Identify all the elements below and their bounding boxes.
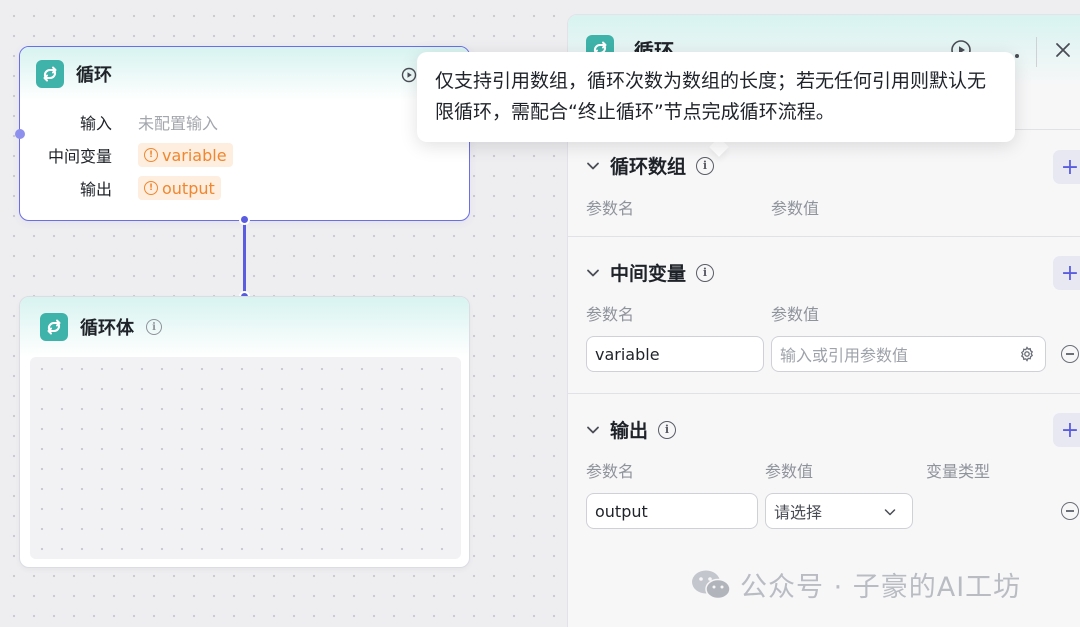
col-header-name: 参数名 (586, 462, 635, 481)
col-header-value: 参数值 (771, 199, 820, 218)
remove-row-icon[interactable] (1061, 502, 1079, 520)
tooltip-text: 仅支持引用数组，循环次数为数组的长度；若无任何引用则默认无限循环，需配合“终止循… (435, 70, 987, 123)
output-name-input[interactable]: output (586, 493, 758, 529)
add-loop-array-button[interactable]: + (1053, 150, 1080, 184)
loop-body-connector (243, 220, 246, 297)
wechat-icon (692, 570, 731, 599)
loop-node-title: 循环 (76, 65, 112, 86)
output-select-value: 请选择 (774, 503, 823, 522)
loop-node-input-port[interactable] (15, 129, 25, 139)
loop-body-title: 循环体 (80, 318, 134, 339)
watermark-text: 公众号 · 子豪的AI工坊 (740, 572, 1022, 603)
output-label: 输出 (79, 180, 112, 199)
info-icon[interactable]: i (696, 156, 715, 175)
loop-body-header: 循环体 i (20, 297, 469, 357)
col-header-value: 参数值 (765, 462, 814, 481)
loop-body-canvas[interactable] (30, 357, 461, 559)
loop-array-section-header[interactable]: 循环数组 i (586, 152, 715, 179)
info-icon[interactable]: i (146, 319, 162, 335)
output-tag: ! output (138, 176, 221, 200)
run-icon[interactable] (401, 67, 417, 87)
output-title: 输出 (610, 420, 649, 442)
loop-icon (36, 60, 64, 88)
loop-icon (40, 313, 68, 341)
input-value: 未配置输入 (138, 114, 219, 133)
loop-node-bottom-port[interactable] (239, 214, 250, 225)
toolbar-divider (1036, 37, 1037, 67)
col-header-name: 参数名 (586, 305, 635, 324)
col-header-value: 参数值 (771, 305, 820, 324)
intermediate-value-input[interactable]: 输入或引用参数值 (771, 336, 1046, 372)
intermediate-value-placeholder: 输入或引用参数值 (780, 346, 909, 365)
loop-node-variable-row: 中间变量 ! variable (20, 143, 233, 167)
variable-label: 中间变量 (47, 147, 112, 166)
close-icon[interactable] (1055, 42, 1071, 62)
output-tag-text: output (162, 178, 215, 198)
loop-array-title: 循环数组 (610, 156, 687, 178)
chevron-down-icon (587, 162, 599, 169)
add-intermediate-button[interactable]: + (1053, 256, 1080, 290)
variable-tag: ! variable (138, 143, 233, 167)
chevron-down-icon (884, 509, 896, 516)
info-tooltip: 仅支持引用数组，循环次数为数组的长度；若无任何引用则默认无限循环，需配合“终止循… (417, 52, 1015, 142)
col-header-name: 参数名 (586, 199, 635, 218)
info-icon[interactable]: i (658, 420, 677, 439)
loop-body-node[interactable]: 循环体 i (19, 296, 470, 568)
remove-row-icon[interactable] (1061, 345, 1079, 363)
chevron-down-icon (587, 426, 599, 433)
variable-tag-text: variable (162, 145, 227, 165)
col-header-type: 变量类型 (926, 462, 991, 481)
loop-node[interactable]: 循环 输入 未配置输入 中间变量 ! variable 输出 ! output (19, 46, 470, 221)
intermediate-name-input[interactable]: variable (586, 336, 764, 372)
input-label: 输入 (79, 114, 112, 133)
loop-node-output-row: 输出 ! output (20, 176, 221, 200)
info-icon[interactable]: i (696, 263, 715, 282)
warning-icon: ! (144, 148, 158, 162)
intermediate-title: 中间变量 (610, 263, 687, 285)
output-value-select[interactable]: 请选择 (765, 493, 913, 529)
gear-icon[interactable] (1019, 346, 1035, 366)
section-divider (568, 393, 1080, 394)
section-divider (568, 236, 1080, 237)
intermediate-section-header[interactable]: 中间变量 i (586, 259, 715, 286)
watermark: 公众号 · 子豪的AI工坊 (690, 565, 1021, 604)
chevron-down-icon (587, 269, 599, 276)
add-output-button[interactable]: + (1053, 413, 1080, 447)
loop-node-input-row: 输入 未配置输入 (20, 110, 218, 134)
output-section-header[interactable]: 输出 i (586, 416, 677, 443)
warning-icon: ! (144, 181, 158, 195)
